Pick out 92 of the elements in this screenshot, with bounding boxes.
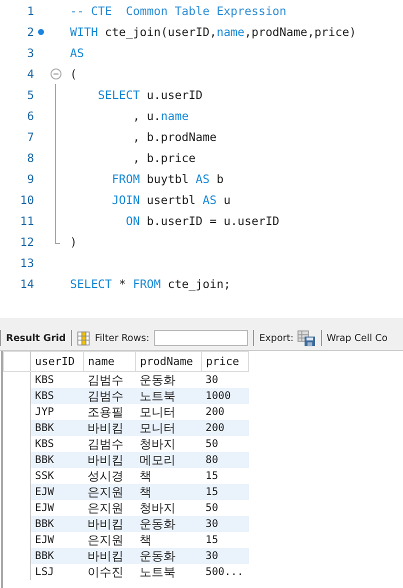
line-number: 13 — [19, 256, 34, 270]
table-cell: 80 — [202, 452, 248, 468]
table-cell: 모니터 — [136, 420, 202, 436]
code-line: FROM buytbl AS b — [110, 172, 224, 186]
export-icon[interactable] — [296, 330, 316, 346]
table-cell: SSK — [30, 468, 84, 484]
code-line: SELECT u.userID — [96, 88, 203, 102]
table-cell: 30 — [202, 372, 248, 388]
table-cell: 50 — [202, 500, 248, 516]
line-number: 2 — [26, 24, 34, 38]
code-line: ( — [70, 66, 77, 80]
table-cell: 김범수 — [84, 388, 136, 404]
column-header[interactable]: prodName — [136, 352, 202, 372]
table-cell: 조용필 — [84, 404, 136, 420]
wrap-cell-content-label[interactable]: Wrap Cell Co — [326, 332, 388, 344]
code-line: -- CTE Common Table Expression — [70, 4, 286, 18]
table-cell: BBK — [30, 516, 84, 532]
line-number: 7 — [26, 130, 34, 144]
table-cell: EJW — [30, 532, 84, 548]
table-cell: BBK — [30, 452, 84, 468]
grid-layout-icon[interactable] — [76, 330, 90, 346]
table-cell: 30 — [202, 548, 248, 564]
code-line: SELECT * FROM cte_join; — [70, 276, 231, 290]
filter-rows-field[interactable] — [154, 330, 248, 346]
code-line: WITH cte_join(userID,name,prodName,price) — [70, 24, 356, 38]
table-cell: 성시경 — [84, 468, 136, 484]
code-line: , b.price — [132, 150, 196, 164]
table-cell: EJW — [30, 500, 84, 516]
table-cell: KBS — [30, 372, 84, 388]
line-number: 1 — [26, 4, 34, 18]
code-line: ) — [70, 234, 77, 248]
fold-toggle-icon[interactable] — [50, 68, 62, 80]
table-cell: EJW — [30, 484, 84, 500]
table-cell: 청바지 — [136, 436, 202, 452]
table-cell: 책 — [136, 484, 202, 500]
line-number: 12 — [19, 234, 34, 248]
table-cell: 운동화 — [136, 372, 202, 388]
table-cell: 이수진 — [84, 564, 136, 580]
code-line: ON b.userID = u.userID — [124, 214, 280, 228]
column-header[interactable]: userID — [30, 352, 84, 372]
table-cell: 바비킴 — [84, 516, 136, 532]
line-number: 8 — [26, 150, 34, 164]
table-cell: 운동화 — [136, 516, 202, 532]
table-cell: KBS — [30, 388, 84, 404]
table-cell: 노트북 — [136, 564, 202, 580]
table-cell: 50 — [202, 436, 248, 452]
table-cell: LSJ — [30, 564, 84, 580]
line-number: 10 — [19, 192, 34, 206]
table-cell: 운동화 — [136, 548, 202, 564]
table-cell: JYP — [30, 404, 84, 420]
line-number: 4 — [26, 66, 34, 80]
table-cell: 바비킴 — [84, 548, 136, 564]
column-header[interactable]: price — [202, 352, 248, 372]
table-cell: 1000 — [202, 388, 248, 404]
table-cell: 책 — [136, 532, 202, 548]
table-cell: BBK — [30, 548, 84, 564]
table-cell: 메모리 — [136, 452, 202, 468]
table-cell: 200 — [202, 420, 248, 436]
table-cell: 김범수 — [84, 372, 136, 388]
table-cell: 은지원 — [84, 484, 136, 500]
line-number: 9 — [26, 172, 34, 186]
table-cell: 500... — [202, 564, 248, 580]
line-number: 11 — [19, 214, 34, 228]
table-cell: 청바지 — [136, 500, 202, 516]
line-number: 3 — [26, 46, 34, 60]
code-line: , b.prodName — [132, 130, 217, 144]
code-line: JOIN usertbl AS u — [110, 192, 231, 206]
table-cell: 15 — [202, 484, 248, 500]
table-cell: 김범수 — [84, 436, 136, 452]
table-cell: 바비킴 — [84, 452, 136, 468]
column-header[interactable]: name — [84, 352, 136, 372]
line-number: 5 — [26, 88, 34, 102]
export-label: Export: — [259, 332, 294, 344]
table-cell: 책 — [136, 468, 202, 484]
filter-rows-label: Filter Rows: — [94, 332, 150, 344]
row-header-corner — [4, 352, 30, 372]
table-cell: 15 — [202, 468, 248, 484]
table-cell: 노트북 — [136, 388, 202, 404]
table-cell: 30 — [202, 516, 248, 532]
line-number: 6 — [26, 108, 34, 122]
table-cell: 은지원 — [84, 532, 136, 548]
table-cell: 15 — [202, 532, 248, 548]
table-cell: 모니터 — [136, 404, 202, 420]
code-line: AS — [70, 46, 84, 60]
table-cell: KBS — [30, 436, 84, 452]
line-number: 14 — [19, 276, 34, 290]
table-cell: 200 — [202, 404, 248, 420]
table-cell: BBK — [30, 420, 84, 436]
code-line: , u.name — [132, 108, 189, 122]
result-grid-tab[interactable]: Result Grid — [6, 332, 66, 344]
table-cell: 바비킴 — [84, 420, 136, 436]
table-cell: 은지원 — [84, 500, 136, 516]
